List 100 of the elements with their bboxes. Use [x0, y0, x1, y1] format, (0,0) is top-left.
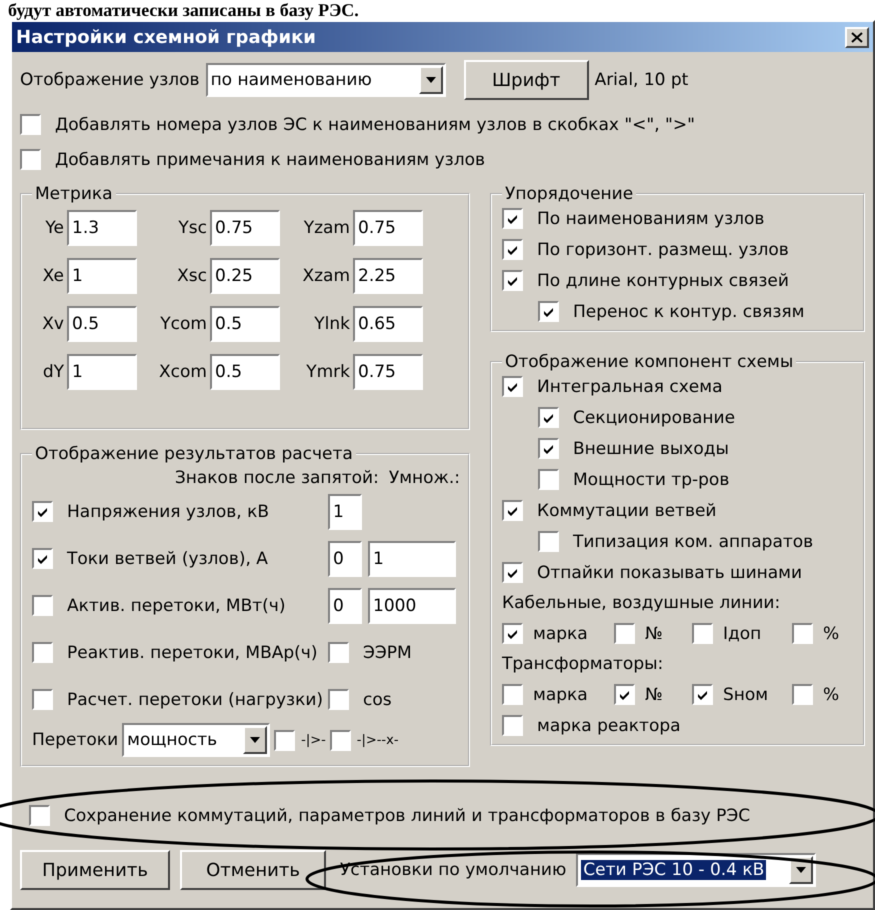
- input-field[interactable]: 0.75: [353, 354, 423, 390]
- checkbox-label: Реактив. перетоки, МВАр(ч): [67, 642, 318, 662]
- flows-dropdown[interactable]: мощность: [122, 723, 270, 757]
- checkbox-label: ЭЭРМ: [363, 642, 412, 662]
- checkbox[interactable]: [538, 531, 559, 552]
- checkbox[interactable]: [538, 301, 559, 322]
- checkbox-label: Напряжения узлов, кВ: [67, 502, 270, 522]
- checkbox-label: Добавлять примечания к наименованиям узлов: [55, 150, 486, 170]
- check-mark-icon: [543, 412, 554, 422]
- checkbox-label: Отпайки показывать шинами: [537, 562, 802, 582]
- field-label: Отображение узлов: [20, 70, 200, 90]
- dialog-button[interactable]: Применить: [20, 850, 170, 890]
- input-field[interactable]: 0.75: [210, 210, 280, 246]
- section-label: Трансформаторы:: [502, 654, 664, 674]
- checkbox[interactable]: [538, 438, 559, 459]
- group-title: Упорядочение: [504, 184, 634, 204]
- checkbox-label: -|>-: [301, 732, 326, 748]
- checkbox[interactable]: [502, 500, 523, 521]
- checkbox[interactable]: [32, 548, 53, 569]
- field-label: Ycom: [159, 314, 207, 334]
- checkbox-label: Типизация ком. аппаратов: [573, 532, 814, 552]
- checkbox-label: марка реактора: [537, 716, 681, 736]
- checkbox[interactable]: [692, 684, 713, 705]
- checkbox-label: марка: [533, 684, 588, 704]
- field-label: dY: [42, 362, 64, 382]
- input-field[interactable]: 2.25: [353, 258, 423, 294]
- check-mark-icon: [507, 568, 518, 578]
- checkbox-label: Добавлять номера узлов ЭС к наименованиям узлов в скобках "<", ">": [55, 114, 695, 134]
- checkbox-label: Перенос к контур. связям: [573, 302, 804, 322]
- check-mark-icon: [619, 690, 630, 700]
- checkbox-label: cos: [363, 690, 392, 710]
- font-button[interactable]: Шрифт: [464, 60, 589, 100]
- input-field[interactable]: 1.3: [67, 210, 137, 246]
- checkbox[interactable]: [692, 623, 713, 644]
- dropdown-arrow-icon: [426, 77, 436, 83]
- font-value: Arial, 10 pt: [594, 70, 688, 90]
- checkbox-label: Интегральная схема: [537, 376, 722, 396]
- input-field[interactable]: 0.5: [67, 306, 137, 342]
- document-text: будут автоматически записаны в базу РЭС.: [7, 0, 360, 20]
- defaults-dropdown[interactable]: Сети РЭС 10 - 0.4 кВ: [576, 853, 816, 887]
- input-field[interactable]: 1: [67, 354, 137, 390]
- input-field[interactable]: 0.75: [353, 210, 423, 246]
- checkbox[interactable]: [502, 623, 523, 644]
- check-mark-icon: [507, 276, 518, 286]
- checkbox[interactable]: [20, 114, 41, 135]
- checkbox[interactable]: [502, 715, 523, 736]
- checkbox[interactable]: [32, 595, 53, 616]
- field-label: Yzam: [302, 218, 350, 238]
- checkbox[interactable]: [792, 684, 813, 705]
- checkbox[interactable]: [20, 149, 41, 170]
- checkbox-label: Коммутации ветвей: [537, 500, 716, 520]
- input-field[interactable]: 1: [328, 494, 362, 530]
- checkbox[interactable]: [502, 684, 523, 705]
- field-label: Установки по умолчанию: [340, 860, 566, 880]
- check-mark-icon: [37, 554, 48, 564]
- input-field[interactable]: 1: [368, 540, 456, 576]
- checkbox[interactable]: [32, 501, 53, 522]
- checkbox-label: Токи ветвей (узлов), А: [67, 548, 268, 568]
- close-icon: [851, 32, 863, 42]
- checkbox[interactable]: [792, 623, 813, 644]
- checkbox[interactable]: [502, 270, 523, 291]
- checkbox[interactable]: [502, 208, 523, 229]
- checkbox[interactable]: [538, 469, 559, 490]
- input-field[interactable]: 0.65: [353, 306, 423, 342]
- checkbox[interactable]: [502, 239, 523, 260]
- checkbox-label: %: [823, 624, 840, 644]
- checkbox[interactable]: [330, 730, 351, 750]
- input-field[interactable]: 1: [67, 258, 137, 294]
- dialog-button[interactable]: Отменить: [180, 850, 326, 890]
- input-field[interactable]: 0.5: [210, 354, 280, 390]
- input-field[interactable]: 1000: [368, 588, 456, 624]
- field-label: Ye: [44, 218, 64, 238]
- checkbox[interactable]: [502, 376, 523, 397]
- checkbox[interactable]: [32, 642, 53, 663]
- input-field[interactable]: 0: [328, 540, 362, 576]
- check-mark-icon: [507, 244, 518, 254]
- checkbox[interactable]: [328, 689, 349, 710]
- checkbox-label: №: [645, 684, 663, 704]
- input-field[interactable]: 0.25: [210, 258, 280, 294]
- check-mark-icon: [37, 506, 48, 516]
- checkbox[interactable]: [29, 805, 50, 826]
- checkbox[interactable]: [274, 730, 296, 750]
- node-display-dropdown[interactable]: по наименованию: [206, 63, 446, 97]
- checkbox[interactable]: [328, 642, 349, 663]
- checkbox[interactable]: [502, 562, 523, 583]
- checkbox[interactable]: [614, 684, 635, 705]
- section-label: Кабельные, воздушные линии:: [502, 593, 782, 613]
- checkbox[interactable]: [614, 623, 635, 644]
- checkbox[interactable]: [538, 407, 559, 428]
- input-field[interactable]: 0.5: [210, 306, 280, 342]
- field-label: Ysc: [177, 218, 207, 238]
- checkbox-label: Секционирование: [573, 408, 736, 428]
- checkbox[interactable]: [32, 689, 53, 710]
- check-mark-icon: [543, 306, 554, 316]
- checkbox-label: %: [823, 684, 840, 704]
- field-label: Перетоки: [32, 730, 118, 750]
- input-field[interactable]: 0: [328, 588, 362, 624]
- checkbox-label: №: [645, 624, 663, 644]
- close-button[interactable]: [845, 26, 869, 48]
- group-title: Отображение компонент схемы: [504, 352, 794, 372]
